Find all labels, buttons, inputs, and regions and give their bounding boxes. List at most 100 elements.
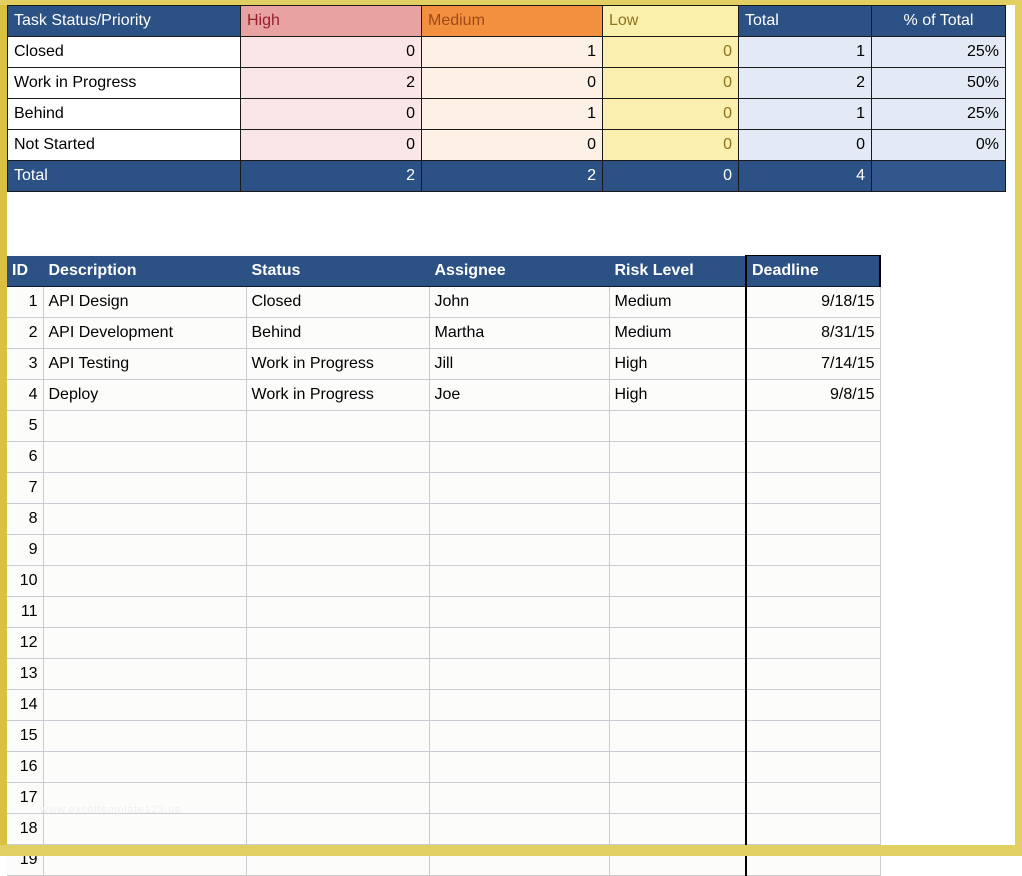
detail-cell-description[interactable] <box>43 627 247 659</box>
table-row[interactable]: 1 API Design Closed John Medium 9/18/15 <box>7 286 881 318</box>
detail-cell-assignee[interactable] <box>429 534 610 566</box>
detail-cell-status[interactable] <box>246 472 430 504</box>
detail-cell-id[interactable]: 15 <box>7 720 44 752</box>
detail-cell-description[interactable] <box>43 534 247 566</box>
table-row[interactable]: 11 <box>7 596 881 628</box>
table-row[interactable]: 5 <box>7 410 881 442</box>
table-row[interactable]: 7 <box>7 472 881 504</box>
detail-cell-assignee[interactable] <box>429 627 610 659</box>
detail-cell-id[interactable]: 9 <box>7 534 44 566</box>
detail-cell-deadline[interactable] <box>745 658 881 690</box>
detail-cell-status[interactable] <box>246 813 430 845</box>
detail-cell-id[interactable]: 8 <box>7 503 44 535</box>
detail-cell-status[interactable] <box>246 782 430 814</box>
detail-cell-risk[interactable]: Medium <box>609 317 747 349</box>
table-row[interactable]: 6 <box>7 441 881 473</box>
detail-cell-deadline[interactable] <box>745 441 881 473</box>
detail-cell-description[interactable]: API Development <box>43 317 247 349</box>
detail-cell-status[interactable] <box>246 503 430 535</box>
table-row[interactable]: 15 <box>7 720 881 752</box>
detail-cell-risk[interactable] <box>609 751 747 783</box>
detail-cell-description[interactable]: Deploy <box>43 379 247 411</box>
detail-cell-status[interactable] <box>246 627 430 659</box>
table-row[interactable]: 12 <box>7 627 881 659</box>
detail-cell-description[interactable] <box>43 689 247 721</box>
detail-cell-assignee[interactable] <box>429 441 610 473</box>
detail-cell-assignee[interactable] <box>429 689 610 721</box>
detail-cell-id[interactable]: 17 <box>7 782 44 814</box>
detail-cell-description[interactable] <box>43 503 247 535</box>
detail-cell-description[interactable] <box>43 782 247 814</box>
detail-cell-id[interactable]: 18 <box>7 813 44 845</box>
detail-cell-id[interactable]: 1 <box>7 286 44 318</box>
detail-cell-description[interactable]: API Design <box>43 286 247 318</box>
detail-cell-deadline[interactable] <box>745 503 881 535</box>
detail-cell-risk[interactable] <box>609 503 747 535</box>
detail-cell-status[interactable] <box>246 565 430 597</box>
detail-cell-risk[interactable]: High <box>609 379 747 411</box>
detail-cell-description[interactable] <box>43 658 247 690</box>
detail-cell-deadline[interactable] <box>745 565 881 597</box>
detail-cell-risk[interactable] <box>609 627 747 659</box>
detail-cell-risk[interactable] <box>609 689 747 721</box>
detail-cell-assignee[interactable] <box>429 751 610 783</box>
detail-cell-assignee[interactable] <box>429 565 610 597</box>
detail-cell-description[interactable] <box>43 441 247 473</box>
table-row[interactable]: 10 <box>7 565 881 597</box>
detail-cell-description[interactable] <box>43 813 247 845</box>
detail-cell-deadline[interactable] <box>745 782 881 814</box>
detail-cell-risk[interactable] <box>609 472 747 504</box>
detail-cell-status[interactable] <box>246 596 430 628</box>
detail-cell-assignee[interactable] <box>429 472 610 504</box>
table-row[interactable]: 16 <box>7 751 881 783</box>
detail-cell-risk[interactable] <box>609 596 747 628</box>
detail-cell-status[interactable]: Closed <box>246 286 430 318</box>
detail-cell-risk[interactable] <box>609 441 747 473</box>
detail-cell-risk[interactable] <box>609 813 747 845</box>
detail-cell-status[interactable] <box>246 689 430 721</box>
detail-cell-deadline[interactable] <box>745 751 881 783</box>
detail-cell-risk[interactable] <box>609 410 747 442</box>
detail-cell-deadline[interactable] <box>745 596 881 628</box>
detail-cell-id[interactable]: 3 <box>7 348 44 380</box>
table-row[interactable]: 13 <box>7 658 881 690</box>
table-row[interactable]: 2 API Development Behind Martha Medium 8/31/1… <box>7 317 881 349</box>
detail-cell-description[interactable] <box>43 720 247 752</box>
table-row[interactable]: 8 <box>7 503 881 535</box>
detail-cell-status[interactable]: Work in Progress <box>246 379 430 411</box>
detail-cell-description[interactable]: API Testing <box>43 348 247 380</box>
detail-cell-assignee[interactable]: Martha <box>429 317 610 349</box>
detail-cell-deadline[interactable]: 9/18/15 <box>745 286 881 318</box>
detail-cell-risk[interactable] <box>609 658 747 690</box>
detail-cell-assignee[interactable]: Joe <box>429 379 610 411</box>
detail-cell-id[interactable]: 13 <box>7 658 44 690</box>
detail-cell-deadline[interactable] <box>745 689 881 721</box>
detail-cell-deadline[interactable] <box>745 813 881 845</box>
detail-cell-id[interactable]: 11 <box>7 596 44 628</box>
detail-cell-risk[interactable]: High <box>609 348 747 380</box>
detail-cell-assignee[interactable] <box>429 596 610 628</box>
detail-cell-status[interactable] <box>246 720 430 752</box>
detail-cell-deadline[interactable] <box>745 472 881 504</box>
table-row[interactable]: 3 API Testing Work in Progress Jill High 7/14… <box>7 348 881 380</box>
detail-cell-id[interactable]: 4 <box>7 379 44 411</box>
detail-cell-deadline[interactable]: 7/14/15 <box>745 348 881 380</box>
detail-cell-risk[interactable] <box>609 565 747 597</box>
detail-cell-deadline[interactable] <box>745 534 881 566</box>
detail-cell-deadline[interactable] <box>745 627 881 659</box>
detail-cell-status[interactable] <box>246 658 430 690</box>
detail-cell-id[interactable]: 2 <box>7 317 44 349</box>
table-row[interactable]: 18 <box>7 813 881 845</box>
detail-cell-assignee[interactable] <box>429 503 610 535</box>
detail-cell-deadline[interactable] <box>745 410 881 442</box>
detail-cell-id[interactable]: 16 <box>7 751 44 783</box>
detail-cell-status[interactable] <box>246 534 430 566</box>
detail-cell-assignee[interactable] <box>429 720 610 752</box>
table-row[interactable]: 4 Deploy Work in Progress Joe High 9/8/15 <box>7 379 881 411</box>
detail-cell-risk[interactable] <box>609 782 747 814</box>
table-row[interactable]: 17 <box>7 782 881 814</box>
detail-cell-status[interactable]: Work in Progress <box>246 348 430 380</box>
detail-cell-deadline[interactable] <box>745 720 881 752</box>
detail-cell-status[interactable] <box>246 441 430 473</box>
detail-cell-id[interactable]: 5 <box>7 410 44 442</box>
